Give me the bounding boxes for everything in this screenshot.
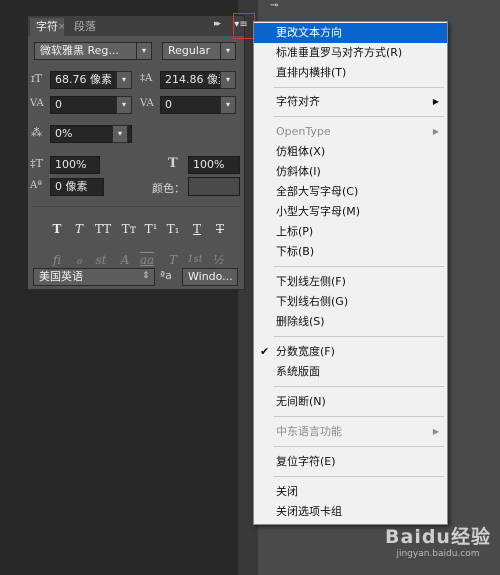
font-size-icon: ɪT (31, 72, 42, 85)
color-label: 颜色： (152, 182, 185, 195)
menu-item-reset-character[interactable]: 复位字符(E) (254, 452, 447, 472)
color-swatch[interactable] (188, 177, 240, 196)
ligatures-button[interactable]: fi (48, 252, 66, 268)
leading-dropdown-icon[interactable]: ▾ (220, 71, 236, 89)
submenu-arrow-icon: ▶ (432, 127, 439, 136)
tsume-icon: ⁂ (31, 126, 42, 139)
font-family-dropdown-icon[interactable]: ▾ (136, 42, 152, 60)
swash-button[interactable]: A (116, 252, 134, 268)
baseline-shift-icon: Aª (30, 180, 42, 191)
menu-separator (274, 386, 444, 387)
font-style-select[interactable]: Regular (162, 42, 222, 60)
menu-item-tate-chu-yoko[interactable]: 直排内横排(T) (254, 63, 447, 83)
antialias-select[interactable]: Windo... (182, 268, 238, 286)
submenu-arrow-icon: ▶ (432, 97, 439, 106)
watermark: Baidu经验 jingyan.baidu.com (381, 522, 495, 574)
vertical-scale-icon: ‡T (30, 157, 43, 170)
language-select[interactable]: 美国英语 (33, 268, 155, 286)
menu-separator (274, 416, 444, 417)
menu-separator (274, 116, 444, 117)
checkmark-icon: ✔ (260, 345, 270, 358)
menu-separator (274, 87, 444, 88)
menu-item-faux-italic[interactable]: 仿斜体(I) (254, 162, 447, 182)
menu-item-faux-bold[interactable]: 仿粗体(X) (254, 142, 447, 162)
panel-flyout-menu: 更改文本方向 标准垂直罗马对齐方式(R) 直排内横排(T) 字符对齐 ▶ Open… (253, 21, 448, 525)
stylistic-alternates-button[interactable]: aa (138, 252, 156, 268)
tracking-field[interactable]: 0 (160, 96, 228, 114)
menu-item-close-tab-group[interactable]: 关闭选项卡组 (254, 502, 447, 522)
watermark-logo: Baidu经验 (385, 526, 491, 548)
superscript-button[interactable]: T¹ (142, 221, 160, 237)
kerning-icon: VA (30, 98, 44, 109)
antialias-icon: ªa (160, 269, 172, 282)
kerning-dropdown-icon[interactable]: ▾ (116, 96, 132, 114)
font-size-dropdown-icon[interactable]: ▾ (116, 71, 132, 89)
all-caps-button[interactable]: TT (92, 221, 114, 237)
horizontal-scale-field[interactable]: 100% (188, 156, 240, 174)
submenu-arrow-icon: ▶ (432, 427, 439, 436)
titling-alternates-button[interactable]: T (164, 252, 182, 268)
menu-item-system-layout[interactable]: 系统版面 (254, 362, 447, 382)
vertical-scale-field[interactable]: 100% (50, 156, 100, 174)
tab-paragraph[interactable]: 段落 (68, 18, 102, 36)
menu-item-small-caps[interactable]: 小型大写字母(M) (254, 202, 447, 222)
tsume-dropdown-icon[interactable]: ▾ (112, 125, 128, 143)
subscript-button[interactable]: T₁ (164, 221, 182, 237)
collapse-panel-icon[interactable]: ▸▸ (214, 19, 221, 29)
leading-field[interactable]: 214.86 像素 (160, 71, 228, 89)
menu-item-strikethrough[interactable]: 删除线(S) (254, 312, 447, 332)
horizontal-scale-icon: T (168, 156, 178, 171)
menu-item-no-break[interactable]: 无间断(N) (254, 392, 447, 412)
tracking-icon: VA (140, 98, 154, 109)
menu-item-all-caps[interactable]: 全部大写字母(C) (254, 182, 447, 202)
menu-separator (274, 476, 444, 477)
menu-item-middle-eastern-features: 中东语言功能 ▶ (254, 422, 447, 442)
tracking-dropdown-icon[interactable]: ▾ (220, 96, 236, 114)
menu-item-standard-vertical-roman-alignment[interactable]: 标准垂直罗马对齐方式(R) (254, 43, 447, 63)
menu-item-underline-left[interactable]: 下划线左侧(F) (254, 272, 447, 292)
font-family-select[interactable]: 微软雅黑 Reg... (34, 42, 138, 60)
baseline-shift-field[interactable]: 0 像素 (50, 178, 104, 196)
menu-separator (274, 446, 444, 447)
character-panel: 字符 × 段落 ▸▸ ▾≡ 微软雅黑 Reg... ▾ Regular ▾ ɪT… (27, 15, 248, 290)
font-style-dropdown-icon[interactable]: ▾ (220, 42, 236, 60)
panel-tab-bar: 字符 × 段落 ▸▸ ▾≡ (28, 16, 248, 36)
menu-item-superscript[interactable]: 上标(P) (254, 222, 447, 242)
faux-italic-button[interactable]: T (70, 221, 88, 237)
faux-bold-button[interactable]: T (48, 221, 66, 237)
watermark-url: jingyan.baidu.com (396, 549, 480, 559)
menu-separator (274, 266, 444, 267)
close-tab-icon[interactable]: × (58, 18, 66, 36)
ordinals-button[interactable]: 1st (184, 252, 206, 268)
menu-item-change-text-orientation[interactable]: 更改文本方向 (254, 23, 447, 43)
panel-menu-button-highlight (233, 13, 255, 39)
menu-separator (274, 336, 444, 337)
divider (32, 206, 240, 207)
pin-icon[interactable]: ⊸ (270, 0, 288, 11)
fractions-button[interactable]: ½ (210, 252, 228, 268)
menu-item-opentype: OpenType ▶ (254, 122, 447, 142)
menu-item-close[interactable]: 关闭 (254, 482, 447, 502)
menu-item-character-alignment[interactable]: 字符对齐 ▶ (254, 92, 447, 112)
strikethrough-button[interactable]: T (211, 221, 229, 237)
underline-button[interactable]: T (188, 221, 206, 237)
menu-item-underline-right[interactable]: 下划线右侧(G) (254, 292, 447, 312)
language-spinner-icon[interactable]: ⇕ (142, 269, 150, 283)
menu-item-subscript[interactable]: 下标(B) (254, 242, 447, 262)
small-caps-button[interactable]: Tт (118, 221, 140, 237)
discretionary-ligatures-button[interactable]: st (92, 252, 110, 268)
contextual-alternates-button[interactable]: ℴ (70, 252, 88, 268)
menu-item-fractional-widths[interactable]: ✔ 分数宽度(F) (254, 342, 447, 362)
leading-icon: ‡A (140, 73, 153, 84)
